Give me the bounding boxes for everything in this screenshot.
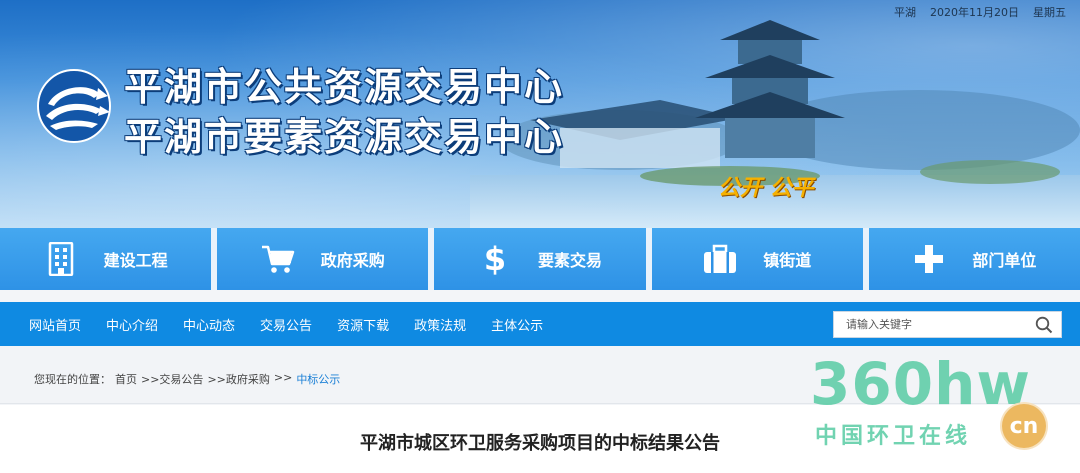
- nav-policies[interactable]: 政策法规: [414, 315, 466, 334]
- date-weekday: 星期五: [1033, 6, 1066, 19]
- tile-gov-procurement[interactable]: 政府采购: [217, 228, 429, 290]
- breadcrumb: 您现在的位置： 首页 >>交易公告 >>政府采购 >> 中标公示: [34, 371, 344, 387]
- nav-entity-disclosure[interactable]: 主体公示: [491, 315, 543, 334]
- building-icon: [44, 242, 78, 276]
- date-text: 2020年11月20日: [930, 6, 1019, 19]
- nav-downloads[interactable]: 资源下载: [337, 315, 389, 334]
- breadcrumb-current[interactable]: 中标公示: [296, 371, 340, 387]
- tile-construction-label: 建设工程: [103, 251, 168, 270]
- search-input[interactable]: [834, 312, 1027, 337]
- slogan-text: 公开 公平: [718, 176, 814, 201]
- tile-factor-trading-label: 要素交易: [538, 251, 603, 270]
- watermark-logo-text: 360hw: [810, 350, 1031, 418]
- plus-icon: [912, 242, 946, 276]
- tile-construction[interactable]: 建设工程: [0, 228, 212, 290]
- breadcrumb-home[interactable]: 首页: [115, 371, 137, 387]
- briefcase-icon: [703, 242, 737, 276]
- search-icon[interactable]: [1027, 312, 1061, 337]
- main-nav: 网站首页 中心介绍 中心动态 交易公告 资源下载 政策法规 主体公示: [0, 302, 1080, 346]
- svg-text:$: $: [484, 242, 506, 276]
- shopping-cart-icon: [261, 242, 295, 276]
- center-logo-icon: [37, 69, 111, 143]
- category-tiles: 建设工程 政府采购 $ 要素交易 镇街道 部门单位: [0, 228, 1080, 290]
- tile-departments[interactable]: 部门单位: [868, 228, 1080, 290]
- center-title-sub: 平湖市要素资源交易中心: [124, 115, 565, 159]
- nav-links: 网站首页 中心介绍 中心动态 交易公告 资源下载 政策法规 主体公示: [29, 315, 568, 334]
- breadcrumb-gov-procurement[interactable]: >>政府采购: [207, 371, 269, 387]
- date-city: 平湖: [894, 6, 916, 19]
- nav-announcements[interactable]: 交易公告: [260, 315, 312, 334]
- tile-towns-streets[interactable]: 镇街道: [651, 228, 863, 290]
- header-banner: 平湖 2020年11月20日 星期五 平湖市公共资源交易中心 平湖市要素资源交易…: [0, 0, 1080, 228]
- tile-towns-streets-label: 镇街道: [763, 251, 812, 270]
- watermark-subtitle: 中国环卫在线: [815, 424, 972, 449]
- date-bar: 平湖 2020年11月20日 星期五: [894, 4, 1066, 20]
- tile-departments-label: 部门单位: [972, 251, 1037, 270]
- breadcrumb-prefix: 您现在的位置：: [34, 373, 111, 386]
- nav-home[interactable]: 网站首页: [29, 315, 81, 334]
- nav-news[interactable]: 中心动态: [183, 315, 235, 334]
- center-title-main: 平湖市公共资源交易中心: [124, 65, 565, 109]
- breadcrumb-separator: >>: [273, 371, 293, 384]
- tile-gov-procurement-label: 政府采购: [320, 251, 385, 270]
- watermark-badge: cn: [1000, 402, 1048, 450]
- breadcrumb-announcements[interactable]: >>交易公告: [141, 371, 203, 387]
- tile-factor-trading[interactable]: $ 要素交易: [434, 228, 646, 290]
- nav-about[interactable]: 中心介绍: [106, 315, 158, 334]
- search-box: [833, 311, 1062, 338]
- dollar-icon: $: [478, 242, 512, 276]
